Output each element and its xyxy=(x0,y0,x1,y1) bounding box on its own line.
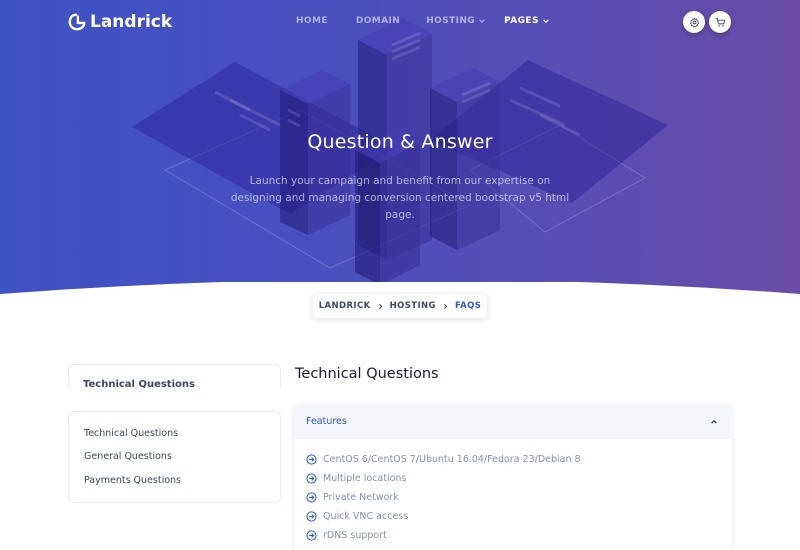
nav-pages-label: PAGES xyxy=(504,16,539,26)
chevron-up-icon xyxy=(711,419,717,424)
feature-label: rDNS support xyxy=(323,530,387,541)
feature-label: Quick VNC access xyxy=(323,511,409,522)
faq-accordion: Features CentOS 6/CentOS 7/Ubuntu 16.04/… xyxy=(294,404,732,550)
sidebar-nav: Technical Questions General Questions Pa… xyxy=(68,411,281,503)
sidebar-partial-title: Technical Questions xyxy=(83,379,195,388)
nav-domain[interactable]: DOMAIN xyxy=(356,14,400,28)
main-menu: HOME DOMAIN HOSTING PAGES xyxy=(296,14,550,28)
chevron-down-icon xyxy=(479,19,485,23)
section-title: Technical Questions xyxy=(295,366,439,382)
sidebar-item-payments-questions[interactable]: Payments Questions xyxy=(84,475,181,486)
breadcrumb-item-faqs: FAQS xyxy=(454,301,482,311)
server-illustration xyxy=(132,18,668,285)
breadcrumb: LANDRICK HOSTING FAQS xyxy=(313,294,487,318)
chevron-right-icon xyxy=(443,303,448,309)
nav-pages[interactable]: PAGES xyxy=(504,14,550,28)
nav-hosting[interactable]: HOSTING xyxy=(426,14,486,28)
feature-item: Quick VNC access xyxy=(306,511,408,522)
page-title: Question & Answer xyxy=(307,131,493,153)
sidebar-item-technical-questions[interactable]: Technical Questions xyxy=(84,428,178,439)
hero-section xyxy=(0,0,800,320)
page-subtitle: Launch your campaign and benefit from ou… xyxy=(230,175,570,221)
chevron-right-icon xyxy=(378,303,382,309)
nav-home-label: HOME xyxy=(296,16,328,26)
settings-button[interactable] xyxy=(683,11,705,33)
breadcrumb-item-landrick[interactable]: LANDRICK xyxy=(319,301,371,311)
arrow-right-circle-icon xyxy=(306,530,317,541)
arrow-right-circle-icon xyxy=(306,454,317,465)
feature-label: CentOS 6/CentOS 7/Ubuntu 16.04/Fedora 23… xyxy=(323,454,581,465)
shopping-cart-icon xyxy=(714,17,725,27)
accordion-header-features[interactable]: Features xyxy=(294,404,732,439)
arrow-right-circle-icon xyxy=(306,511,317,522)
gear-icon xyxy=(689,17,699,27)
brand-name: Landrick xyxy=(90,12,173,32)
feature-label: Multiple locations xyxy=(323,473,407,484)
chevron-down-icon xyxy=(543,19,549,23)
arrow-right-circle-icon xyxy=(306,492,317,503)
feature-item: Multiple locations xyxy=(306,473,406,484)
sidebar-item-general-questions[interactable]: General Questions xyxy=(84,451,172,462)
arrow-right-circle-icon xyxy=(306,473,317,484)
feature-label: Private Network xyxy=(323,492,399,503)
feature-item: rDNS support xyxy=(306,530,387,541)
nav-hosting-label: HOSTING xyxy=(426,16,476,26)
cart-button[interactable] xyxy=(709,11,731,33)
feature-item: Private Network xyxy=(306,492,399,503)
navbar: Landrick HOME DOMAIN HOSTING PAGES xyxy=(0,0,800,44)
brand-logo[interactable]: Landrick xyxy=(68,11,172,33)
nav-domain-label: DOMAIN xyxy=(355,16,401,26)
landrick-logo-icon xyxy=(68,13,86,31)
sidebar-card-partial: Technical Questions xyxy=(68,364,281,388)
breadcrumb-item-hosting[interactable]: HOSTING xyxy=(390,301,436,311)
feature-item: CentOS 6/CentOS 7/Ubuntu 16.04/Fedora 23… xyxy=(306,454,581,465)
nav-home[interactable]: HOME xyxy=(296,14,328,28)
accordion-title: Features xyxy=(306,416,347,427)
